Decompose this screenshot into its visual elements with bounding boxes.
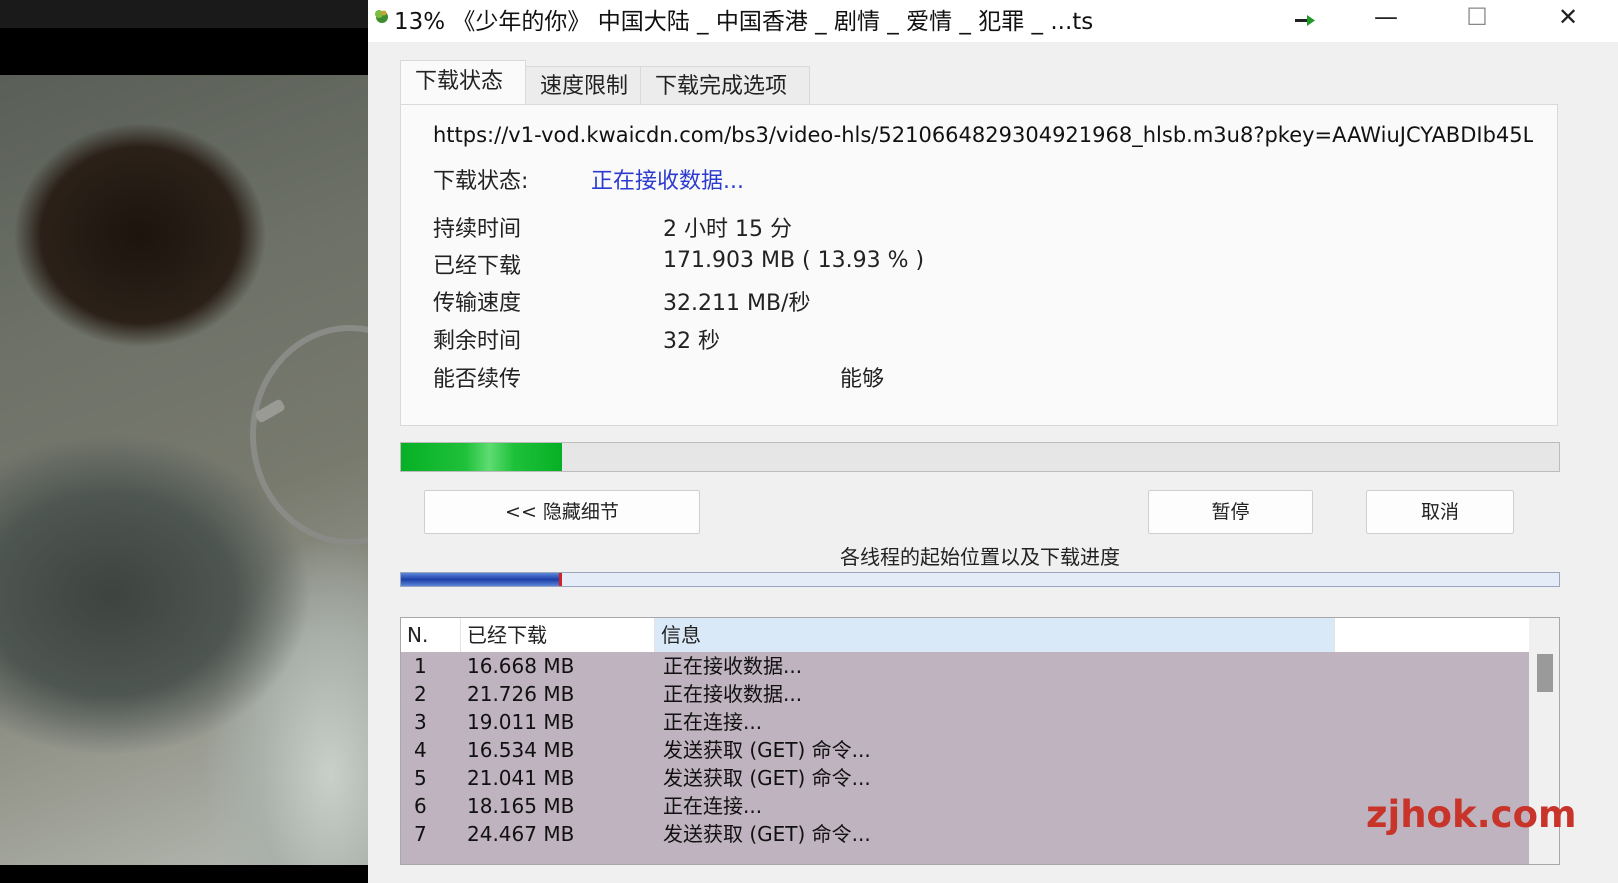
state-label: 下载状态: bbox=[433, 169, 529, 194]
video-still-image bbox=[0, 75, 368, 865]
row-downloaded: 16.534 MB bbox=[467, 738, 575, 762]
row-info: 发送获取 (GET) 命令... bbox=[663, 738, 871, 762]
table-row[interactable]: 3 19.011 MB 正在连接... bbox=[401, 708, 1529, 737]
table-row[interactable]: 1 16.668 MB 正在接收数据... bbox=[401, 652, 1529, 681]
window-title: 13% 《少年的你》 中国大陆 _ 中国香港 _ 剧情 _ 爱情 _ 犯罪 _ … bbox=[394, 9, 1094, 35]
row-downloaded: 18.165 MB bbox=[467, 794, 575, 818]
resume-label: 能否续传 bbox=[433, 367, 522, 392]
table-row[interactable]: 4 16.534 MB 发送获取 (GET) 命令... bbox=[401, 736, 1529, 765]
resume-value: 能够 bbox=[840, 367, 885, 392]
maximize-button[interactable]: ☐ bbox=[1447, 0, 1507, 36]
row-number: 7 bbox=[414, 822, 427, 846]
title-bar: 13% 《少年的你》 中国大陆 _ 中国香港 _ 剧情 _ 爱情 _ 犯罪 _ … bbox=[368, 0, 1618, 42]
download-progress-bar bbox=[400, 442, 1560, 472]
row-downloaded: 21.041 MB bbox=[467, 766, 575, 790]
row-info: 正在连接... bbox=[663, 710, 763, 734]
close-button[interactable]: ✕ bbox=[1538, 0, 1598, 36]
row-downloaded: 21.726 MB bbox=[467, 682, 575, 706]
table-row[interactable]: 6 18.165 MB 正在连接... bbox=[401, 792, 1529, 821]
column-header-n[interactable]: N. bbox=[401, 618, 461, 652]
row-downloaded: 16.668 MB bbox=[467, 654, 575, 678]
threads-progress-bar bbox=[400, 572, 1560, 587]
table-row[interactable]: 5 21.041 MB 发送获取 (GET) 命令... bbox=[401, 764, 1529, 793]
downloaded-value: 171.903 MB ( 13.93 % ) bbox=[663, 248, 925, 273]
column-header-info[interactable]: 信息 bbox=[655, 618, 1335, 652]
downloaded-label: 已经下载 bbox=[433, 254, 522, 279]
row-number: 1 bbox=[414, 654, 427, 678]
minimize-button[interactable]: — bbox=[1356, 0, 1416, 36]
row-info: 正在接收数据... bbox=[663, 682, 803, 706]
status-panel: https://v1-vod.kwaicdn.com/bs3/video-hls… bbox=[400, 104, 1558, 426]
duration-label: 持续时间 bbox=[433, 217, 522, 242]
table-header: N. 已经下载 信息 bbox=[401, 618, 1529, 652]
duration-value: 2 小时 15 分 bbox=[663, 217, 792, 242]
row-downloaded: 19.011 MB bbox=[467, 710, 575, 734]
table-row[interactable]: 2 21.726 MB 正在接收数据... bbox=[401, 680, 1529, 709]
row-number: 3 bbox=[414, 710, 427, 734]
threads-progress-fill bbox=[401, 573, 563, 586]
download-url: https://v1-vod.kwaicdn.com/bs3/video-hls… bbox=[433, 123, 1533, 147]
video-letterbox-top bbox=[0, 0, 368, 28]
threads-title: 各线程的起始位置以及下载进度 bbox=[840, 545, 1120, 569]
remaining-label: 剩余时间 bbox=[433, 329, 522, 354]
extra-arrow-icon[interactable] bbox=[1275, 0, 1335, 36]
watermark-text: zjhok.com bbox=[1366, 793, 1577, 836]
row-number: 6 bbox=[414, 794, 427, 818]
row-info: 正在连接... bbox=[663, 794, 763, 818]
row-info: 发送获取 (GET) 命令... bbox=[663, 822, 871, 846]
state-value: 正在接收数据... bbox=[591, 169, 744, 194]
hide-details-button[interactable]: << 隐藏细节 bbox=[424, 490, 700, 534]
column-header-downloaded[interactable]: 已经下载 bbox=[461, 618, 655, 652]
pause-button[interactable]: 暂停 bbox=[1148, 490, 1313, 534]
scrollbar-thumb[interactable] bbox=[1537, 654, 1553, 692]
table-body: 1 16.668 MB 正在接收数据... 2 21.726 MB 正在接收数据… bbox=[401, 652, 1529, 864]
cancel-button[interactable]: 取消 bbox=[1366, 490, 1514, 534]
background-video-frame bbox=[0, 0, 368, 883]
row-info: 正在接收数据... bbox=[663, 654, 803, 678]
app-icon bbox=[375, 10, 388, 23]
tab-download-status[interactable]: 下载状态 bbox=[400, 60, 526, 104]
row-downloaded: 24.467 MB bbox=[467, 822, 575, 846]
download-dialog: 13% 《少年的你》 中国大陆 _ 中国香港 _ 剧情 _ 爱情 _ 犯罪 _ … bbox=[368, 0, 1618, 883]
row-number: 4 bbox=[414, 738, 427, 762]
table-row[interactable]: 7 24.467 MB 发送获取 (GET) 命令... bbox=[401, 820, 1529, 849]
progress-fill bbox=[401, 443, 563, 471]
thread-position-marker bbox=[559, 573, 563, 586]
speed-value: 32.211 MB/秒 bbox=[663, 291, 811, 316]
row-info: 发送获取 (GET) 命令... bbox=[663, 766, 871, 790]
tab-completion-options[interactable]: 下载完成选项 bbox=[640, 66, 810, 106]
row-number: 5 bbox=[414, 766, 427, 790]
row-number: 2 bbox=[414, 682, 427, 706]
speed-label: 传输速度 bbox=[433, 291, 522, 316]
remaining-value: 32 秒 bbox=[663, 329, 720, 354]
tab-speed-limit[interactable]: 速度限制 bbox=[525, 66, 641, 106]
glasses-shape bbox=[250, 325, 368, 545]
